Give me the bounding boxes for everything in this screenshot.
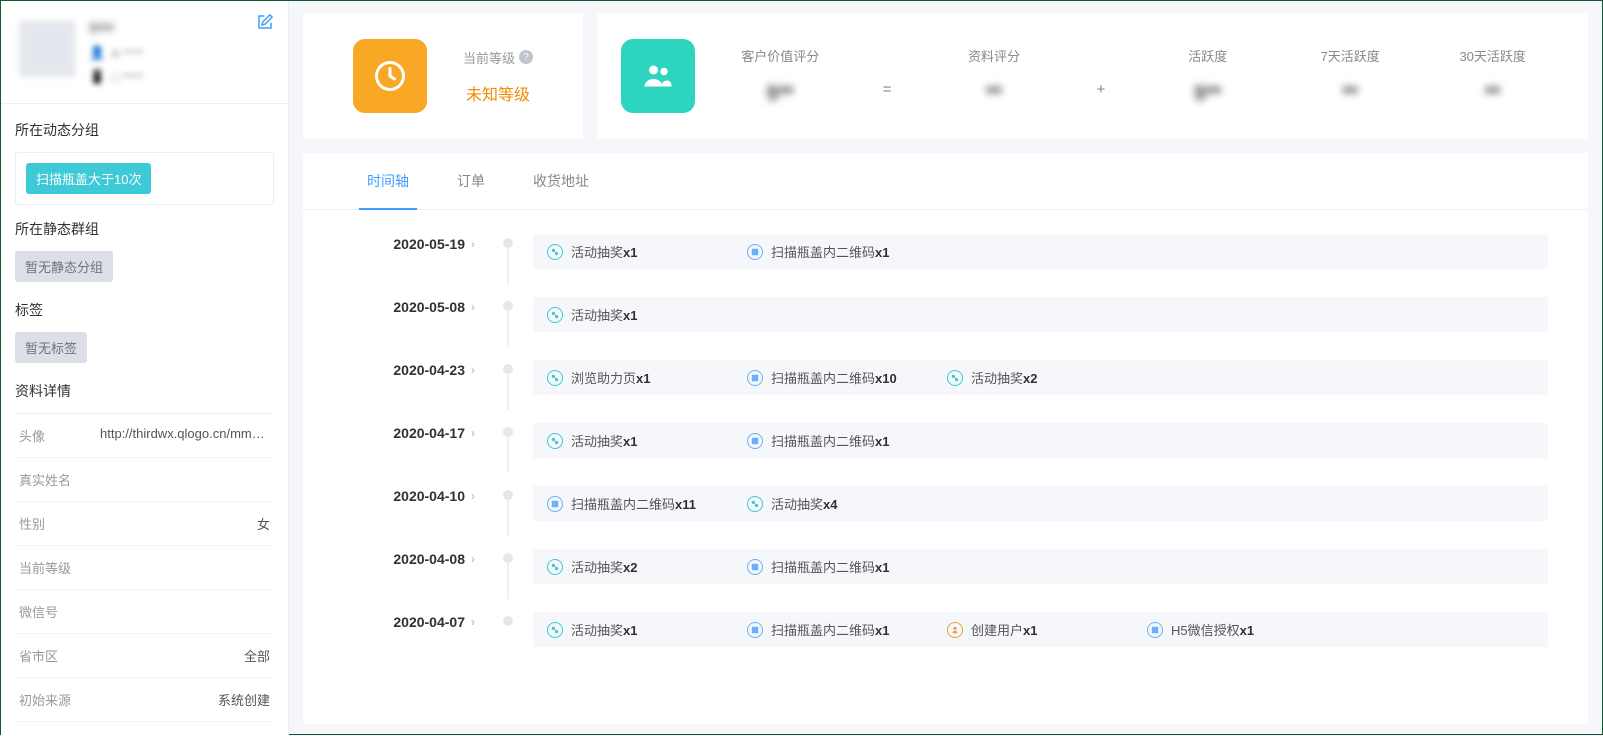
metric: 7天活跃度** (1310, 46, 1390, 106)
static-group-title: 所在静态群组 (15, 219, 274, 239)
help-icon[interactable]: ? (519, 50, 533, 64)
timeline-row: 2020-04-23› 浏览助力页x1扫描瓶盖内二维码x10活动抽奖x2 (343, 356, 1548, 419)
detail-row: 头像http://thirdwx.qlogo.cn/mmop... (15, 414, 274, 458)
event[interactable]: 扫描瓶盖内二维码x1 (747, 431, 947, 450)
tab-时间轴[interactable]: 时间轴 (343, 153, 433, 209)
dynamic-group-title: 所在动态分组 (15, 120, 274, 140)
event[interactable]: 创建用户x1 (947, 620, 1147, 639)
detail-row: 初始来源系统创建 (15, 678, 274, 722)
timeline-row: 2020-04-08› 活动抽奖x2扫描瓶盖内二维码x1 (343, 545, 1548, 608)
metric: 客户价值评分5** (740, 46, 820, 106)
chevron-right-icon: › (471, 237, 475, 251)
main: 当前等级? 未知等级 客户价值评分5** = 资料评分** + 活跃度5** 7天活跃度*… (289, 1, 1602, 736)
event-row: 扫描瓶盖内二维码x11活动抽奖x4 (533, 486, 1548, 521)
detail-row: 真实姓名 (15, 458, 274, 502)
event[interactable]: 活动抽奖x4 (747, 494, 947, 513)
edit-icon[interactable] (256, 13, 274, 34)
detail-row: 省市区全部 (15, 634, 274, 678)
chevron-right-icon: › (471, 552, 475, 566)
profile-name: T*** (89, 21, 143, 37)
tags-tag: 暂无标签 (15, 332, 87, 363)
tabs: 时间轴订单收货地址 (303, 153, 1588, 210)
chevron-right-icon: › (471, 489, 475, 503)
timeline-row: 2020-04-07› 活动抽奖x1扫描瓶盖内二维码x1创建用户x1H5微信授权x… (343, 608, 1548, 671)
timeline: 2020-05-19›活动抽奖x1扫描瓶盖内二维码x12020-05-08›活动… (303, 210, 1588, 671)
operator: = (883, 55, 892, 98)
static-group-tag: 暂无静态分组 (15, 251, 113, 282)
chevron-right-icon: › (471, 615, 475, 629)
event-row: 活动抽奖x1扫描瓶盖内二维码x1 (533, 423, 1548, 458)
timeline-row: 2020-05-19› 活动抽奖x1扫描瓶盖内二维码x1 (343, 230, 1548, 293)
tags-title: 标签 (15, 300, 274, 320)
clock-icon (353, 39, 427, 113)
avatar (19, 21, 75, 77)
score-card: 客户价值评分5** = 资料评分** + 活跃度5** 7天活跃度** 30天活跃度** (597, 13, 1588, 139)
metric: 30天活跃度** (1453, 46, 1533, 106)
timeline-date[interactable]: 2020-04-23› (343, 356, 493, 378)
event[interactable]: 活动抽奖x1 (547, 431, 747, 450)
profile-block: T*** 👤A **** 📱□ **** (1, 1, 288, 104)
dynamic-group-tag[interactable]: 扫描瓶盖大于10次 (26, 163, 151, 194)
timeline-row: 2020-04-10› 扫描瓶盖内二维码x11活动抽奖x4 (343, 482, 1548, 545)
timeline-date[interactable]: 2020-04-07› (343, 608, 493, 630)
level-label: 当前等级? (463, 48, 533, 67)
event[interactable]: 扫描瓶盖内二维码x11 (547, 494, 747, 513)
event[interactable]: 扫描瓶盖内二维码x10 (747, 368, 947, 387)
timeline-row: 2020-04-17› 活动抽奖x1扫描瓶盖内二维码x1 (343, 419, 1548, 482)
details-title: 资料详情 (15, 381, 274, 401)
event[interactable]: 活动抽奖x1 (547, 242, 747, 261)
metric: 活跃度5** (1168, 46, 1248, 106)
event-row: 活动抽奖x1 (533, 297, 1548, 332)
operator: + (1096, 55, 1105, 98)
event[interactable]: 扫描瓶盖内二维码x1 (747, 242, 947, 261)
event[interactable]: 活动抽奖x2 (947, 368, 1147, 387)
event-row: 活动抽奖x2扫描瓶盖内二维码x1 (533, 549, 1548, 584)
detail-row: 当前等级 (15, 546, 274, 590)
level-value: 未知等级 (463, 81, 533, 105)
tab-订单[interactable]: 订单 (433, 153, 509, 209)
event[interactable]: 活动抽奖x1 (547, 620, 747, 639)
chevron-right-icon: › (471, 363, 475, 377)
event-row: 活动抽奖x1扫描瓶盖内二维码x1 (533, 234, 1548, 269)
sidebar: T*** 👤A **** 📱□ **** 所在动态分组 扫描瓶盖大于10次 所在… (1, 1, 289, 736)
profile-id: 👤A **** (89, 45, 143, 61)
tab-收货地址[interactable]: 收货地址 (509, 153, 613, 209)
timeline-card: 时间轴订单收货地址 2020-05-19›活动抽奖x1扫描瓶盖内二维码x1202… (303, 153, 1588, 724)
detail-row: 性别女 (15, 502, 274, 546)
event[interactable]: H5微信授权x1 (1147, 620, 1347, 639)
metric: 资料评分** (954, 46, 1034, 106)
dynamic-group-box: 扫描瓶盖大于10次 (15, 152, 274, 205)
event-row: 活动抽奖x1扫描瓶盖内二维码x1创建用户x1H5微信授权x1 (533, 612, 1548, 647)
detail-row: 微信号 (15, 590, 274, 634)
event[interactable]: 扫描瓶盖内二维码x1 (747, 620, 947, 639)
timeline-row: 2020-05-08› 活动抽奖x1 (343, 293, 1548, 356)
event[interactable]: 活动抽奖x1 (547, 305, 747, 324)
chevron-right-icon: › (471, 426, 475, 440)
timeline-date[interactable]: 2020-05-08› (343, 293, 493, 315)
details-list: 头像http://thirdwx.qlogo.cn/mmop...真实姓名性别女… (15, 413, 274, 722)
event-row: 浏览助力页x1扫描瓶盖内二维码x10活动抽奖x2 (533, 360, 1548, 395)
timeline-date[interactable]: 2020-04-10› (343, 482, 493, 504)
event[interactable]: 活动抽奖x2 (547, 557, 747, 576)
level-card: 当前等级? 未知等级 (303, 13, 583, 139)
timeline-date[interactable]: 2020-05-19› (343, 230, 493, 252)
timeline-date[interactable]: 2020-04-17› (343, 419, 493, 441)
profile-phone: 📱□ **** (89, 69, 143, 85)
event[interactable]: 扫描瓶盖内二维码x1 (747, 557, 947, 576)
chevron-right-icon: › (471, 300, 475, 314)
event[interactable]: 浏览助力页x1 (547, 368, 747, 387)
user-group-icon (621, 39, 695, 113)
timeline-date[interactable]: 2020-04-08› (343, 545, 493, 567)
